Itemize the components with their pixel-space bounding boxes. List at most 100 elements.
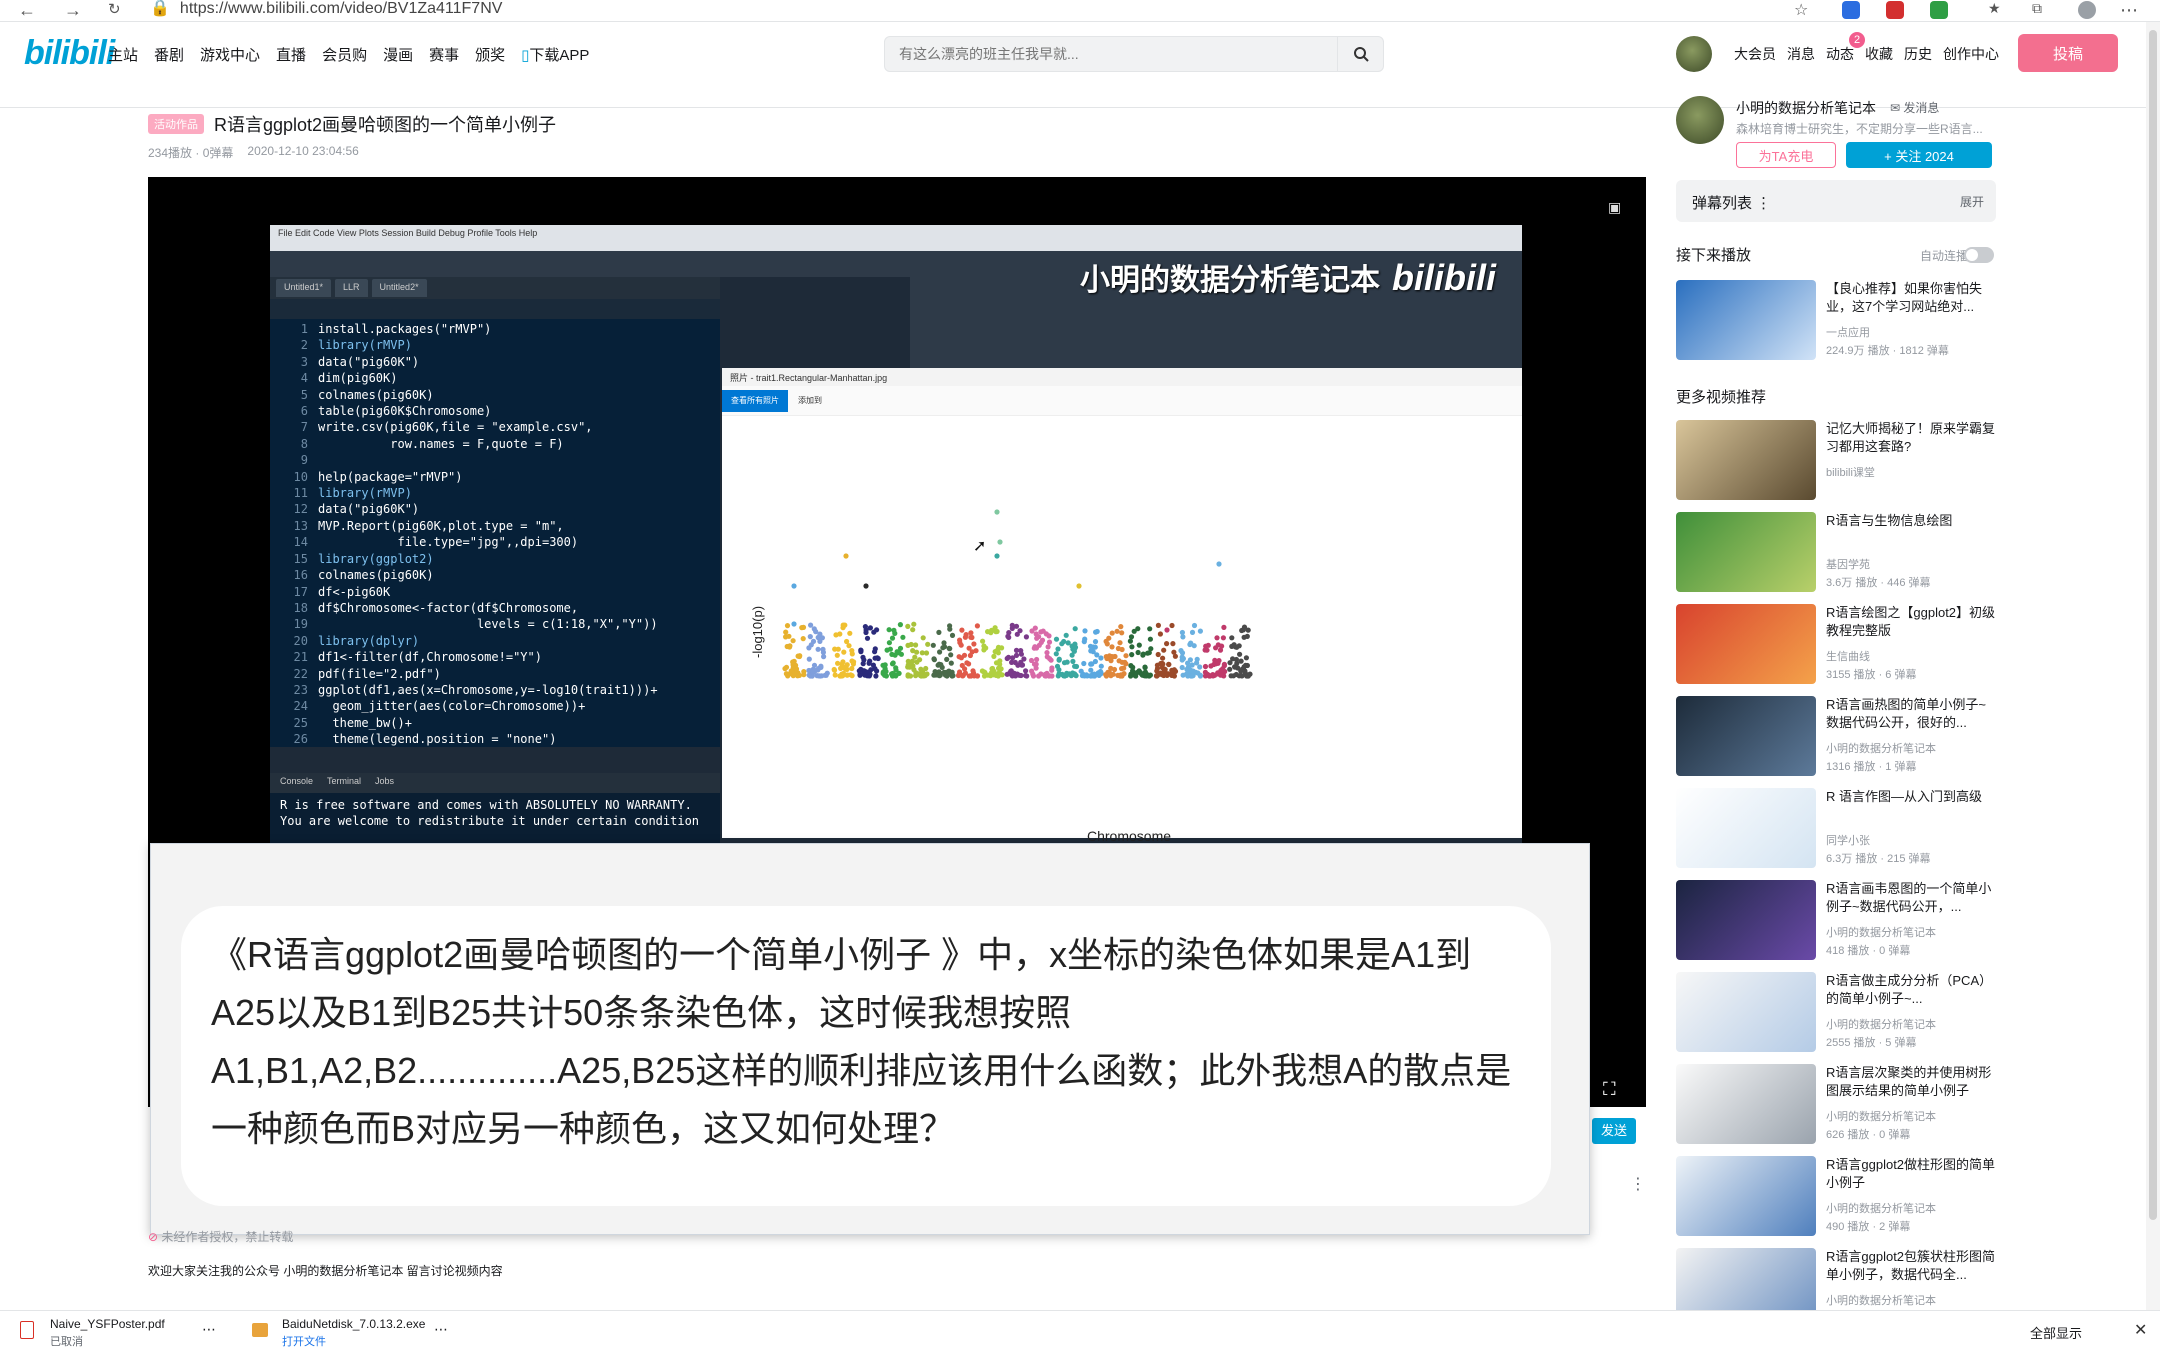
nav-main[interactable]: 主站 [108,44,138,65]
video-thumbnail[interactable] [1676,1064,1816,1144]
video-thumbnail[interactable] [1676,696,1816,776]
download-item[interactable]: Naive_YSFPoster.pdf 已取消 ⋯ [20,1311,240,1351]
charge-button[interactable]: 为TA充电 [1736,142,1836,168]
video-thumbnail[interactable] [1676,420,1816,500]
page-scrollbar[interactable] [2146,22,2160,1310]
video-card-title[interactable]: R语言画热图的简单小例子~数据代码公开，很好的... [1826,696,1996,732]
video-card-author[interactable]: 小明的数据分析笔记本 [1826,740,1936,756]
download-item[interactable]: BaiduNetdisk_7.0.13.2.exe 打开文件 ⋯ [252,1311,472,1351]
uploader-name[interactable]: 小明的数据分析笔记本 [1736,98,1876,118]
video-card-title[interactable]: R语言ggplot2做柱形图的简单小例子 [1826,1156,1996,1192]
recommend-card[interactable]: R语言画热图的简单小例子~数据代码公开，很好的... 小明的数据分析笔记本 1316… [1676,696,1996,780]
creator-center-link[interactable]: 创作中心 [1943,44,1999,64]
download-more-icon[interactable]: ⋯ [202,1321,216,1338]
reload-icon[interactable]: ↻ [108,0,121,18]
danmaku-expand[interactable]: 展开 [1960,193,1984,210]
nav-shop[interactable]: 会员购 [322,44,367,65]
nav-award[interactable]: 颁奖 [475,44,505,65]
next-video-card[interactable]: 【良心推荐】如果你害怕失业，这7个学习网站绝对... 一点应用 224.9万 播… [1676,280,1996,364]
follow-button[interactable]: + 关注 2024 [1846,142,1992,168]
plot-point [1092,644,1098,650]
recommend-card[interactable]: R语言绘图之【ggplot2】初级教程完整版 生信曲线 3155 播放 · 6 弹幕 [1676,604,1996,688]
collections-icon[interactable]: ⧉ [2032,0,2042,17]
video-card-author[interactable]: 小明的数据分析笔记本 [1826,1200,1936,1216]
video-thumbnail[interactable] [1676,972,1816,1052]
search-button[interactable] [1337,37,1383,71]
vip-link[interactable]: 大会员 [1734,44,1776,64]
recommend-card[interactable]: R 语言作图—从入门到高级 同学小张 6.3万 播放 · 215 弹幕 [1676,788,1996,872]
extension-icon[interactable] [1842,1,1860,19]
favorites-icon[interactable]: ★ [1988,0,2001,17]
video-card-author[interactable]: 生信曲线 [1826,648,1870,664]
search-input[interactable] [885,37,1325,71]
plot-point [936,673,943,679]
danmaku-icon[interactable]: ▣ [1608,199,1621,216]
video-card-author[interactable]: 小明的数据分析笔记本 [1826,1016,1936,1032]
video-card-title[interactable]: R语言与生物信息绘图 [1826,512,1996,530]
video-thumbnail[interactable] [1676,512,1816,592]
video-card-author[interactable]: 一点应用 [1826,324,1870,340]
danmaku-list[interactable]: 弹幕列表 ⋮ 展开 [1676,180,1996,222]
video-card-title[interactable]: 记忆大师揭秘了！原来学霸复习都用这套路? [1826,420,1996,456]
nav-live[interactable]: 直播 [276,44,306,65]
recommend-card[interactable]: R语言ggplot2做柱形图的简单小例子 小明的数据分析笔记本 490 播放 · 2… [1676,1156,1996,1240]
activity-tag[interactable]: 活动作品 [148,114,204,134]
scrollbar-thumb[interactable] [2149,30,2157,1220]
autoplay-toggle[interactable] [1964,247,1994,263]
video-card-title[interactable]: R 语言作图—从入门到高级 [1826,788,1996,806]
video-card-title[interactable]: R语言ggplot2包簇状柱形图简单小例子，数据代码全... [1826,1248,1996,1284]
extension-check-icon[interactable] [1930,1,1948,19]
user-avatar[interactable] [1676,36,1712,72]
recommend-card[interactable]: R语言做主成分分析（PCA）的简单小例子~... 小明的数据分析笔记本 2555 播… [1676,972,1996,1056]
uploader-avatar[interactable] [1676,96,1724,144]
video-card-title[interactable]: R语言绘图之【ggplot2】初级教程完整版 [1826,604,1996,640]
upload-button[interactable]: 投稿 [2018,34,2118,72]
profile-icon[interactable] [2078,1,2096,19]
download-more-icon[interactable]: ⋯ [434,1321,448,1338]
video-card-title[interactable]: 【良心推荐】如果你害怕失业，这7个学习网站绝对... [1826,280,1996,316]
video-thumbnail[interactable] [1676,1156,1816,1236]
dynamics-link[interactable]: 动态 [1826,44,1854,64]
plot-point [1155,622,1161,628]
messages-link[interactable]: 消息 [1787,44,1815,64]
send-danmaku-button[interactable]: 发送 [1592,1118,1636,1144]
recommend-card[interactable]: R语言层次聚类的并使用树形图展示结果的简单小例子 小明的数据分析笔记本 626 播放… [1676,1064,1996,1148]
video-card-title[interactable]: R语言画韦恩图的一个简单小例子~数据代码公开，... [1826,880,1996,916]
bilibili-logo[interactable]: bilibili [24,34,115,73]
address-bar[interactable]: 🔒 https://www.bilibili.com/video/BV1Za411… [150,0,1800,20]
more-options-icon[interactable]: ⋮ [1630,1174,1646,1194]
nav-anime[interactable]: 番剧 [154,44,184,65]
open-file-link[interactable]: 打开文件 [282,1333,326,1349]
plot-point [1241,664,1247,670]
recommend-card[interactable]: R语言画韦恩图的一个简单小例子~数据代码公开，... 小明的数据分析笔记本 418 … [1676,880,1996,964]
video-card-author[interactable]: 小明的数据分析笔记本 [1826,924,1936,940]
video-thumbnail[interactable] [1676,280,1816,360]
wide-mode-icon[interactable]: ⛶ [1603,1079,1616,1100]
show-all-downloads[interactable]: 全部显示 [2030,1323,2082,1342]
nav-esports[interactable]: 赛事 [429,44,459,65]
forward-icon[interactable]: → [64,0,82,21]
video-thumbnail[interactable] [1676,788,1816,868]
recommend-card[interactable]: R语言与生物信息绘图 基因学苑 3.6万 播放 · 446 弹幕 [1676,512,1996,596]
send-message-link[interactable]: ✉ 发消息 [1890,99,1939,116]
back-icon[interactable]: ← [18,0,36,21]
video-card-author[interactable]: 同学小张 [1826,832,1870,848]
nav-game[interactable]: 游戏中心 [200,44,260,65]
nav-download-app[interactable]: ▯下载APP [521,44,589,65]
video-thumbnail[interactable] [1676,604,1816,684]
video-card-author[interactable]: bilibili课堂 [1826,464,1875,480]
video-card-title[interactable]: R语言层次聚类的并使用树形图展示结果的简单小例子 [1826,1064,1996,1100]
bookmark-star-icon[interactable]: ☆ [1794,0,1808,20]
nav-manga[interactable]: 漫画 [383,44,413,65]
video-card-author[interactable]: 小明的数据分析笔记本 [1826,1108,1936,1124]
recommend-card[interactable]: 记忆大师揭秘了！原来学霸复习都用这套路? bilibili课堂 [1676,420,1996,504]
history-link[interactable]: 历史 [1904,44,1932,64]
video-card-author[interactable]: 小明的数据分析笔记本 [1826,1292,1936,1308]
adblock-icon[interactable] [1886,1,1904,19]
video-card-title[interactable]: R语言做主成分分析（PCA）的简单小例子~... [1826,972,1996,1008]
video-card-author[interactable]: 基因学苑 [1826,556,1870,572]
favorites-link[interactable]: 收藏 [1865,44,1893,64]
close-icon[interactable]: ✕ [2134,1320,2147,1340]
more-icon[interactable]: ⋯ [2120,0,2138,21]
video-thumbnail[interactable] [1676,880,1816,960]
